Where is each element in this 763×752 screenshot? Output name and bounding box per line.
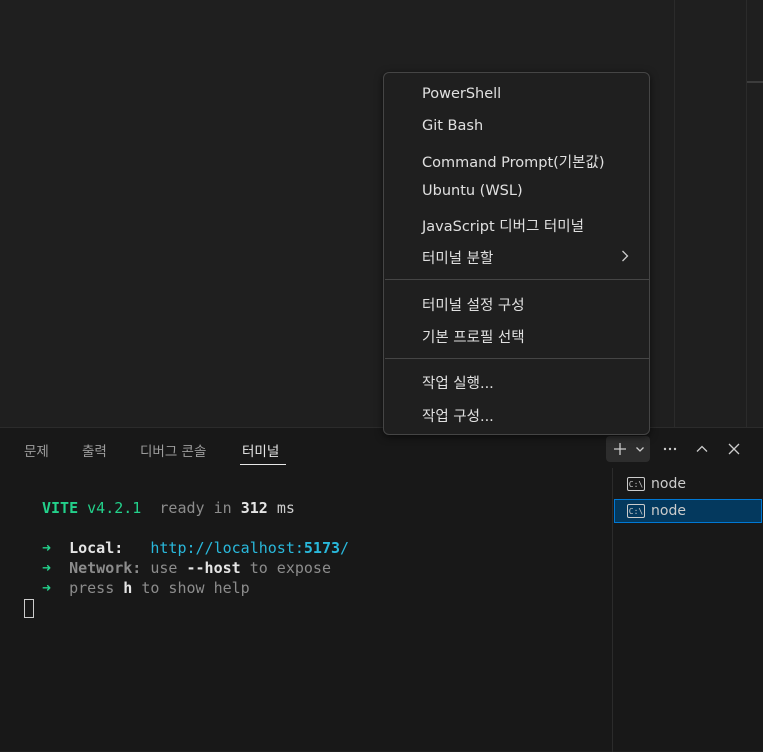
menu-item-configure-terminal[interactable]: 터미널 설정 구성 (422, 294, 525, 315)
terminal-instance-node[interactable]: C:\ node (614, 472, 762, 496)
active-tab-indicator (240, 464, 286, 465)
plus-icon[interactable] (608, 436, 632, 462)
local-url[interactable]: http://localhost:5173/ (150, 539, 349, 557)
editor-divider (674, 0, 675, 427)
menu-item-git-bash[interactable]: Git Bash (422, 118, 483, 134)
help-line: ➜ press h to show help (42, 579, 250, 597)
editor-scrollbar[interactable] (746, 0, 747, 427)
ready-ms: 312 (240, 499, 268, 517)
ready-text: ready in (159, 499, 232, 517)
tab-problems[interactable]: 문제 (24, 440, 49, 460)
close-icon[interactable] (722, 436, 746, 462)
new-terminal-menu: PowerShell Git Bash Command Prompt(기본값) … (383, 72, 650, 435)
chevron-right-icon (619, 248, 631, 267)
menu-separator (385, 358, 649, 359)
menu-item-run-task[interactable]: 작업 실행... (422, 372, 494, 393)
network-flag: --host (186, 559, 241, 577)
menu-item-ubuntu-wsl[interactable]: Ubuntu (WSL) (422, 183, 523, 199)
terminal-icon: C:\ (627, 504, 645, 518)
menu-item-js-debug-terminal[interactable]: JavaScript 디버그 터미널 (422, 215, 584, 236)
chevron-down-icon[interactable] (631, 436, 649, 462)
panel-toolbar (606, 436, 763, 462)
terminal-tab-list: C:\ node C:\ node (612, 468, 763, 752)
terminal-icon: C:\ (627, 477, 645, 491)
network-use: use (150, 559, 178, 577)
help-rest: to show help (141, 579, 250, 597)
terminal-instance-label: node (651, 476, 686, 492)
network-line: ➜ Network: use --host to expose (42, 559, 331, 577)
tab-debug-console[interactable]: 디버그 콘솔 (140, 440, 206, 460)
tab-terminal[interactable]: 터미널 (242, 440, 279, 460)
local-label: Local: (69, 539, 124, 557)
menu-item-configure-task[interactable]: 작업 구성... (422, 405, 494, 426)
ms-unit: ms (276, 499, 295, 517)
menu-item-command-prompt[interactable]: Command Prompt(기본값) (422, 151, 605, 172)
help-press: press (69, 579, 115, 597)
chevron-up-icon[interactable] (690, 436, 714, 462)
menu-item-split-terminal[interactable]: 터미널 분할 (422, 247, 493, 268)
network-rest: to expose (249, 559, 331, 577)
bottom-panel: 문제 출력 디버그 콘솔 터미널 VITE v4.2.1 ready in 31… (0, 427, 763, 752)
scrollbar-marker (747, 81, 763, 83)
local-url-suffix: / (340, 539, 350, 557)
vite-ready-line: VITE v4.2.1 ready in 312 ms (42, 499, 295, 517)
menu-item-powershell[interactable]: PowerShell (422, 86, 501, 102)
local-line: ➜ Local: http://localhost:5173/ (42, 539, 349, 557)
help-key: h (123, 579, 133, 597)
vite-name: VITE (42, 499, 79, 517)
terminal-cursor (24, 599, 34, 618)
menu-item-select-default-profile[interactable]: 기본 프로필 선택 (422, 326, 525, 347)
terminal-instance-node-selected[interactable]: C:\ node (614, 499, 762, 523)
ellipsis-icon[interactable] (658, 436, 682, 462)
arrow-icon: ➜ (42, 559, 52, 577)
network-label: Network: (69, 559, 142, 577)
arrow-icon: ➜ (42, 579, 52, 597)
arrow-icon: ➜ (42, 539, 52, 557)
menu-separator (385, 279, 649, 280)
tab-output[interactable]: 출력 (82, 440, 107, 460)
terminal-instance-label: node (651, 503, 686, 519)
local-url-prefix: http://localhost: (150, 539, 304, 557)
terminal-output[interactable]: VITE v4.2.1 ready in 312 ms ➜ Local: htt… (0, 468, 612, 752)
vite-version: v4.2.1 (87, 499, 142, 517)
local-url-port: 5173 (303, 539, 341, 557)
